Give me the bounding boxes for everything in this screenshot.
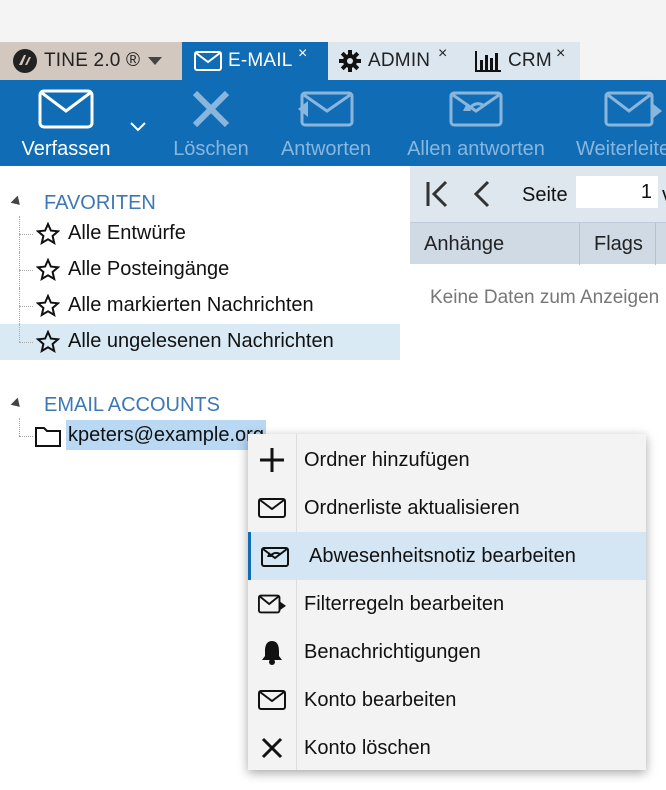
- forward-button[interactable]: Weiterleiten: [574, 80, 666, 166]
- star-icon: [36, 330, 60, 354]
- star-icon: [36, 258, 60, 282]
- tree-guide: [19, 418, 20, 436]
- menu-item-delete-account[interactable]: Konto löschen: [248, 724, 646, 772]
- tree-guide: [19, 234, 33, 235]
- tab-admin[interactable]: ADMIN ×: [328, 42, 462, 80]
- bell-icon: [258, 638, 286, 666]
- tree-guide: [19, 436, 33, 437]
- reply-envelope-icon: [274, 86, 378, 132]
- tree-item-label: Alle ungelesenen Nachrichten: [68, 330, 334, 352]
- previous-page-icon[interactable]: [472, 180, 492, 213]
- compose-label: Verfassen: [21, 138, 111, 160]
- envelope-icon: [10, 86, 122, 132]
- email-accounts-header-label: EMAIL ACCOUNTS: [44, 394, 220, 416]
- column-flags[interactable]: Flags: [580, 223, 656, 265]
- page-number-input[interactable]: [576, 176, 658, 208]
- collapse-triangle-icon[interactable]: [10, 397, 24, 411]
- tree-item-label: Alle markierten Nachrichten: [68, 294, 314, 316]
- menu-item-notifications[interactable]: Benachrichtigungen: [248, 628, 646, 676]
- tab-crm[interactable]: CRM ×: [462, 42, 580, 80]
- grid-header: Anhänge Flags: [410, 222, 666, 265]
- tab-label: ADMIN: [368, 50, 431, 71]
- envelope-icon: [258, 686, 286, 714]
- tab-label: CRM: [508, 50, 552, 71]
- bar-chart-icon: [474, 50, 502, 72]
- tab-tine[interactable]: TINE 2.0 ®: [0, 42, 182, 80]
- tab-close-icon[interactable]: ×: [556, 46, 566, 62]
- tree-guide: [19, 270, 33, 271]
- forward-envelope-icon: [604, 86, 666, 132]
- delete-x-icon: [164, 86, 258, 132]
- tree-item-drafts[interactable]: Alle Entwürfe: [0, 216, 400, 252]
- account-label: kpeters@example.org: [66, 420, 266, 450]
- tree-guide: [19, 324, 20, 342]
- envelope-icon: [194, 51, 222, 71]
- tree-item-inboxes[interactable]: Alle Posteingänge: [0, 252, 400, 288]
- plus-icon: [258, 446, 286, 474]
- tree-guide: [19, 306, 33, 307]
- tab-email[interactable]: E-MAIL ×: [182, 42, 328, 80]
- folder-icon: [35, 427, 61, 447]
- menu-item-label: Benachrichtigungen: [304, 641, 481, 663]
- tree-item-label: Alle Posteingänge: [68, 258, 230, 280]
- tab-label: E-MAIL: [228, 50, 293, 71]
- empty-grid-text: Keine Daten zum Anzeigen: [430, 287, 660, 308]
- reply-button[interactable]: Antworten: [274, 80, 378, 166]
- envelope-icon: [258, 494, 286, 522]
- tab-close-icon[interactable]: ×: [298, 46, 308, 62]
- column-attachments[interactable]: Anhänge: [410, 223, 580, 265]
- favorites-header-label: FAVORITEN: [44, 192, 156, 214]
- compose-dropdown-chevron-icon[interactable]: [130, 116, 146, 137]
- context-menu: Ordner hinzufügen Ordnerliste aktualisie…: [248, 434, 646, 770]
- reply-label: Antworten: [280, 138, 372, 160]
- reply-all-button[interactable]: Allen antworten: [398, 80, 554, 166]
- delete-label: Löschen: [173, 138, 249, 160]
- tine-logo-icon: [12, 48, 38, 74]
- menu-item-label: Konto löschen: [304, 737, 431, 759]
- tab-menu-arrow-icon[interactable]: [148, 50, 163, 72]
- reply-all-label: Allen antworten: [407, 138, 545, 160]
- compose-button[interactable]: Verfassen: [10, 80, 122, 166]
- menu-item-vacation-notice[interactable]: Abwesenheitsnotiz bearbeiten: [248, 532, 646, 580]
- forward-label: Weiterleiten: [576, 138, 666, 160]
- menu-item-label: Abwesenheitsnotiz bearbeiten: [309, 545, 576, 567]
- menu-item-label: Konto bearbeiten: [304, 689, 457, 711]
- tree-item-label: Alle Entwürfe: [68, 222, 186, 244]
- favorites-header[interactable]: FAVORITEN: [0, 188, 400, 218]
- star-icon: [36, 294, 60, 318]
- collapse-triangle-icon[interactable]: [10, 195, 24, 209]
- email-accounts-header[interactable]: EMAIL ACCOUNTS: [0, 390, 400, 420]
- menu-item-label: Ordnerliste aktualisieren: [304, 497, 520, 519]
- envelope-forward-icon: [258, 590, 286, 618]
- star-icon: [36, 222, 60, 246]
- menu-item-edit-account[interactable]: Konto bearbeiten: [248, 676, 646, 724]
- envelope-return-icon: [261, 542, 289, 570]
- tree-item-flagged[interactable]: Alle markierten Nachrichten: [0, 288, 400, 324]
- page-of-label: von: [662, 184, 666, 207]
- tab-close-icon[interactable]: ×: [438, 46, 448, 62]
- reply-all-envelope-icon: [398, 86, 554, 132]
- delete-button[interactable]: Löschen: [164, 80, 258, 166]
- menu-item-label: Filterregeln bearbeiten: [304, 593, 505, 615]
- menu-item-filter-rules[interactable]: Filterregeln bearbeiten: [248, 580, 646, 628]
- window-top-band: [0, 0, 666, 42]
- paging-toolbar: Seite von: [410, 166, 666, 222]
- main-toolbar: Verfassen Löschen Antworten Allen antwor…: [0, 80, 666, 166]
- menu-item-label: Ordner hinzufügen: [304, 449, 470, 471]
- tab-label: TINE 2.0 ®: [44, 50, 141, 71]
- menu-item-refresh-folders[interactable]: Ordnerliste aktualisieren: [248, 484, 646, 532]
- first-page-icon[interactable]: [424, 180, 452, 213]
- tree-guide: [19, 342, 33, 343]
- menu-item-add-folder[interactable]: Ordner hinzufügen: [248, 436, 646, 484]
- gear-icon: [338, 49, 362, 73]
- tree-item-unread[interactable]: Alle ungelesenen Nachrichten: [0, 324, 400, 360]
- app-tab-bar: TINE 2.0 ® E-MAIL × ADMIN × CRM ×: [0, 42, 666, 80]
- close-icon: [258, 734, 286, 762]
- page-label: Seite: [522, 184, 568, 206]
